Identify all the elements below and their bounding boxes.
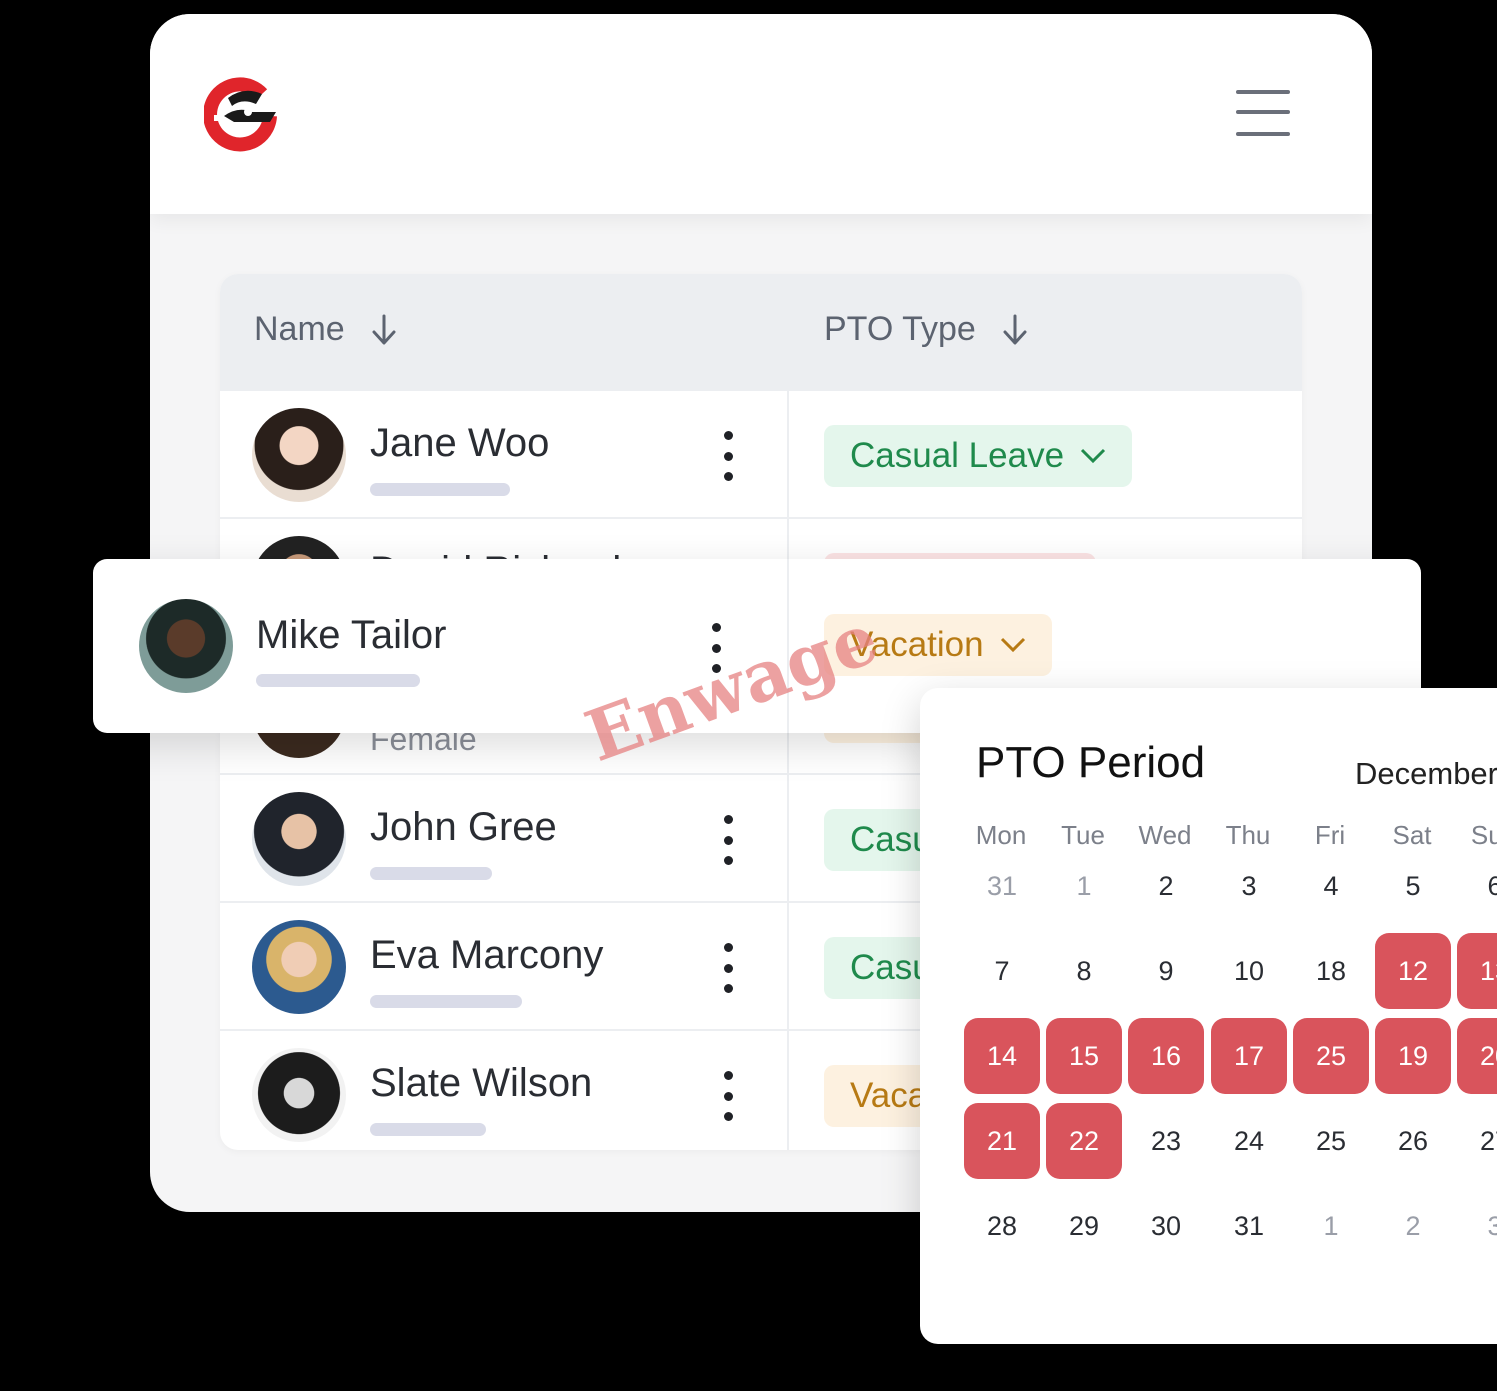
calendar-day[interactable]: 10 [1211, 933, 1287, 1009]
calendar-day[interactable]: 2 [1128, 848, 1204, 924]
chevron-down-icon [1080, 448, 1106, 464]
weekday-label: Thu [1225, 820, 1271, 850]
calendar-day[interactable]: 31 [964, 848, 1040, 924]
calendar-day-selected[interactable]: 16 [1128, 1018, 1204, 1094]
pto-period-calendar: PTO Period December Mon Tue Wed Thu Fri Sat Su… [920, 688, 1497, 1344]
placeholder-bar [370, 867, 492, 880]
employee-name: Mike Tailor [256, 613, 447, 657]
more-options-icon[interactable] [718, 815, 738, 865]
employee-name: Eva Marcony [370, 933, 604, 977]
calendar-month[interactable]: December [1355, 756, 1497, 792]
calendar-day[interactable]: 31 [1211, 1188, 1287, 1264]
column-label: Name [254, 310, 345, 348]
calendar-day[interactable]: 29 [1046, 1188, 1122, 1264]
employee-name: Slate Wilson [370, 1061, 593, 1105]
calendar-day[interactable]: 26 [1375, 1103, 1451, 1179]
avatar [252, 920, 346, 1014]
weekday-label: Tue [1061, 820, 1105, 850]
arrow-down-icon [1003, 314, 1027, 344]
calendar-day-selected[interactable]: 19 [1375, 1018, 1451, 1094]
table-row[interactable]: Jane Woo Casual Leave [220, 389, 1302, 519]
calendar-day[interactable]: 28 [964, 1188, 1040, 1264]
avatar [252, 1048, 346, 1142]
calendar-day-selected[interactable]: 12 [1375, 933, 1451, 1009]
calendar-day[interactable]: 5 [1375, 848, 1451, 924]
employee-name: John Gree [370, 805, 557, 849]
calendar-day-selected[interactable]: 17 [1211, 1018, 1287, 1094]
weekday-label: Sun [1470, 820, 1497, 850]
calendar-day[interactable]: 3 [1457, 1188, 1497, 1264]
employee-name: Jane Woo [370, 421, 550, 465]
calendar-day[interactable]: 23 [1128, 1103, 1204, 1179]
calendar-day[interactable]: 7 [964, 933, 1040, 1009]
hamburger-menu-icon[interactable] [1234, 88, 1292, 138]
calendar-day[interactable]: 3 [1211, 848, 1287, 924]
more-options-icon[interactable] [718, 431, 738, 481]
calendar-day-selected[interactable]: 21 [964, 1103, 1040, 1179]
arrow-down-icon [372, 314, 396, 344]
calendar-day-selected[interactable]: 22 [1046, 1103, 1122, 1179]
placeholder-bar [370, 995, 522, 1008]
calendar-day[interactable]: 24 [1211, 1103, 1287, 1179]
more-options-icon[interactable] [718, 1071, 738, 1121]
calendar-day-selected[interactable]: 25 [1293, 1018, 1369, 1094]
calendar-title: PTO Period [976, 738, 1206, 787]
calendar-day-selected[interactable]: 15 [1046, 1018, 1122, 1094]
calendar-day[interactable]: 27 [1457, 1103, 1497, 1179]
weekday-label: Mon [975, 820, 1027, 850]
company-logo [204, 77, 277, 152]
chevron-down-icon [1000, 637, 1025, 653]
avatar [252, 408, 346, 502]
avatar [252, 792, 346, 886]
calendar-day[interactable]: 25 [1293, 1103, 1369, 1179]
column-header-name[interactable]: Name [254, 310, 397, 349]
calendar-day[interactable]: 8 [1046, 933, 1122, 1009]
pto-type-dropdown[interactable]: Casual Leave [824, 425, 1133, 487]
table-header: Name PTO Type [220, 274, 1302, 389]
calendar-day[interactable]: 4 [1293, 848, 1369, 924]
weekday-label: Wed [1138, 820, 1192, 850]
more-options-icon[interactable] [718, 943, 738, 993]
placeholder-bar [370, 483, 510, 496]
calendar-day-selected[interactable]: 20 [1457, 1018, 1497, 1094]
calendar-day[interactable]: 1 [1293, 1188, 1369, 1264]
top-bar [150, 14, 1372, 214]
calendar-day[interactable]: 18 [1293, 933, 1369, 1009]
pto-type-label: Casual Leave [850, 436, 1065, 475]
calendar-day[interactable]: 2 [1375, 1188, 1451, 1264]
placeholder-bar [256, 674, 420, 687]
avatar [139, 599, 233, 693]
column-label: PTO Type [824, 310, 976, 348]
calendar-day[interactable]: 9 [1128, 933, 1204, 1009]
column-header-pto-type[interactable]: PTO Type [824, 310, 1028, 349]
calendar-day[interactable]: 6 [1457, 848, 1497, 924]
calendar-day[interactable]: 1 [1046, 848, 1122, 924]
placeholder-bar [370, 1123, 486, 1136]
calendar-day-selected[interactable]: 13 [1457, 933, 1497, 1009]
weekday-label: Fri [1314, 820, 1346, 850]
weekday-label: Sat [1392, 820, 1432, 850]
calendar-day-selected[interactable]: 14 [964, 1018, 1040, 1094]
calendar-day[interactable]: 30 [1128, 1188, 1204, 1264]
